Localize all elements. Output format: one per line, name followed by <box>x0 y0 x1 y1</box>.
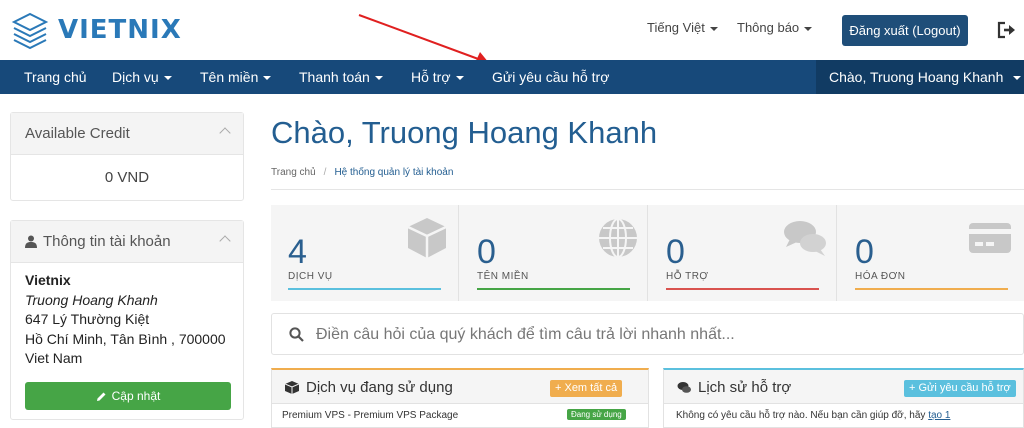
chevron-down-icon <box>163 76 172 81</box>
tile-label: DỊCH VỤ <box>288 271 333 282</box>
chevron-up-icon[interactable] <box>219 127 231 139</box>
divider <box>271 189 1024 190</box>
nav-item-label: Thanh toán <box>299 69 370 85</box>
services-card-header: Dịch vụ đang sử dụng + Xem tất cả <box>272 370 648 404</box>
chat-icon <box>784 221 826 256</box>
services-card-title: Dịch vụ đang sử dụng <box>306 379 453 396</box>
update-button[interactable]: Cập nhật <box>25 382 231 410</box>
language-dropdown[interactable]: Tiếng Việt <box>647 20 718 35</box>
nav-item-label: Trang chủ <box>24 69 87 85</box>
page-title: Chào, Truong Hoang Khanh <box>271 115 658 150</box>
account-address: 647 Lý Thường Kiệt <box>25 311 150 327</box>
tile-tickets[interactable]: 0 HỖ TRỢ <box>649 205 837 301</box>
pencil-icon <box>96 392 106 401</box>
tile-value: 4 <box>288 233 307 271</box>
logout-button[interactable]: Đăng xuất (Logout) <box>842 15 968 46</box>
account-country: Viet Nam <box>25 350 83 366</box>
tile-label: HỖ TRỢ <box>666 271 709 282</box>
nav-item-label: Tên miền <box>200 69 259 85</box>
nav-item-support[interactable]: Hỗ trợ <box>411 60 464 94</box>
account-panel-header[interactable]: Thông tin tài khoản <box>11 221 243 263</box>
credit-title: Available Credit <box>25 125 130 142</box>
chevron-down-icon <box>804 26 813 31</box>
user-menu[interactable]: Chào, Truong Hoang Khanh <box>816 60 1024 94</box>
nav-item-label: Hỗ trợ <box>411 69 451 85</box>
account-details: Vietnix Truong Hoang Khanh 647 Lý Thường… <box>11 263 243 369</box>
notifications-dropdown[interactable]: Thông báo <box>737 20 813 35</box>
logout-icon[interactable] <box>997 21 1017 39</box>
update-label: Cập nhật <box>111 389 161 403</box>
tile-value: 0 <box>855 233 874 271</box>
support-empty-text: Không có yêu cầu hỗ trợ nào. Nếu bạn cần… <box>676 410 950 421</box>
tile-invoices[interactable]: 0 HÓA ĐƠN <box>838 205 1024 301</box>
tile-domains[interactable]: 0 TÊN MIỀN <box>460 205 648 301</box>
breadcrumb-separator: / <box>323 167 327 178</box>
tile-underline <box>477 288 630 290</box>
logo[interactable]: VIETNIX <box>10 10 182 50</box>
search-icon <box>289 327 304 342</box>
status-badge: Đang sử dụng <box>567 409 626 420</box>
support-card-title: Lịch sử hỗ trợ <box>698 379 792 396</box>
chevron-down-icon <box>263 76 272 81</box>
tile-label: HÓA ĐƠN <box>855 271 906 282</box>
globe-icon <box>599 218 637 258</box>
nav-item-domains[interactable]: Tên miền <box>200 60 272 94</box>
support-card: Lịch sử hỗ trợ + Gửi yêu cầu hỗ trợ Khôn… <box>663 368 1024 428</box>
nav-item-open-ticket[interactable]: Gửi yêu cầu hỗ trợ <box>492 60 609 94</box>
support-card-header: Lịch sử hỗ trợ + Gửi yêu cầu hỗ trợ <box>664 370 1023 404</box>
logo-text: VIETNIX <box>58 15 182 45</box>
kb-search <box>271 313 1024 355</box>
tile-underline <box>855 288 1008 290</box>
chevron-down-icon <box>1013 76 1022 81</box>
main-nav: Trang chủ Dịch vụ Tên miền Thanh toán Hỗ… <box>0 60 1024 94</box>
nav-item-billing[interactable]: Thanh toán <box>299 60 383 94</box>
search-input[interactable] <box>316 323 1006 347</box>
open-ticket-button[interactable]: + Gửi yêu cầu hỗ trợ <box>904 380 1016 397</box>
credit-card-icon <box>969 223 1011 253</box>
cube-icon <box>407 218 447 258</box>
chevron-down-icon <box>374 76 383 81</box>
stats-tiles: 4 DỊCH VỤ 0 TÊN MIỀN 0 HỖ TRỢ 0 HÓA ĐƠN <box>271 205 1024 301</box>
credit-panel: Available Credit 0 VND <box>10 112 244 201</box>
create-ticket-link[interactable]: tạo 1 <box>928 410 950 421</box>
tile-value: 0 <box>666 233 685 271</box>
chevron-down-icon <box>709 26 718 31</box>
breadcrumb-current: Hệ thống quản lý tài khoản <box>334 167 454 178</box>
credit-panel-header[interactable]: Available Credit <box>11 113 243 155</box>
service-row[interactable]: Premium VPS - Premium VPS Package <box>282 410 458 421</box>
account-title: Thông tin tài khoản <box>43 233 171 250</box>
account-city: Hồ Chí Minh, Tân Bình , 700000 <box>25 330 226 347</box>
chevron-up-icon[interactable] <box>219 235 231 247</box>
services-card: Dịch vụ đang sử dụng + Xem tất cả Premiu… <box>271 368 649 428</box>
language-label: Tiếng Việt <box>647 20 705 35</box>
tile-services[interactable]: 4 DỊCH VỤ <box>271 205 459 301</box>
user-icon <box>25 235 37 248</box>
view-all-button[interactable]: + Xem tất cả <box>550 380 623 397</box>
credit-value: 0 VND <box>104 169 150 186</box>
tile-value: 0 <box>477 233 496 271</box>
nav-item-label: Gửi yêu cầu hỗ trợ <box>492 69 610 85</box>
nav-item-services[interactable]: Dịch vụ <box>112 60 172 94</box>
account-name: Truong Hoang Khanh <box>25 291 158 308</box>
breadcrumb-home[interactable]: Trang chủ <box>271 167 316 178</box>
notifications-label: Thông báo <box>737 20 800 35</box>
nav-item-home[interactable]: Trang chủ <box>24 60 87 94</box>
user-greeting: Chào, Truong Hoang Khanh <box>829 69 1004 85</box>
breadcrumb: Trang chủ / Hệ thống quản lý tài khoản <box>271 167 453 178</box>
cube-icon <box>285 381 299 394</box>
tile-underline <box>666 288 819 290</box>
account-company: Vietnix <box>25 272 71 288</box>
nav-item-label: Dịch vụ <box>112 69 159 85</box>
logo-icon <box>11 12 49 50</box>
chat-icon <box>677 382 691 393</box>
header: VIETNIX Tiếng Việt Thông báo Đăng xuất (… <box>0 0 1024 60</box>
support-empty-message: Không có yêu cầu hỗ trợ nào. Nếu bạn cần… <box>676 410 926 421</box>
tile-label: TÊN MIỀN <box>477 271 529 282</box>
tile-underline <box>288 288 441 290</box>
chevron-down-icon <box>455 76 464 81</box>
account-panel: Thông tin tài khoản Vietnix Truong Hoang… <box>10 220 244 420</box>
